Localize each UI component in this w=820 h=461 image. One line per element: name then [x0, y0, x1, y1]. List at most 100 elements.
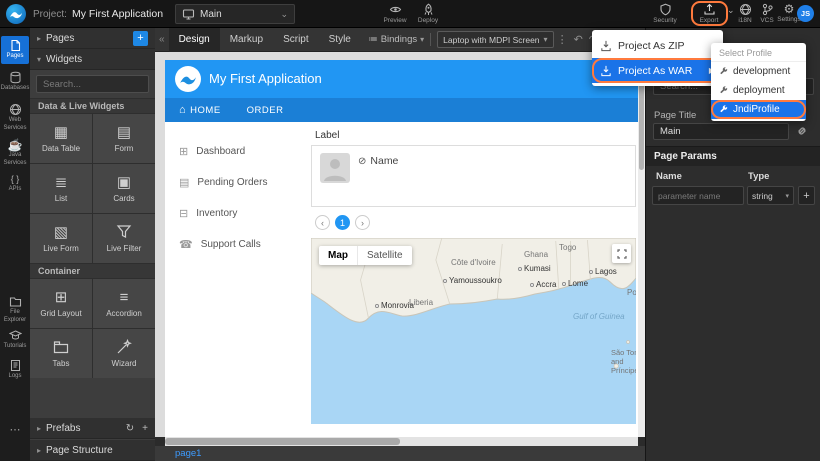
user-avatar[interactable]: JS: [797, 5, 814, 22]
profile-submenu: Select Profile development deployment Jn…: [711, 43, 806, 121]
security-button[interactable]: Security: [648, 3, 682, 24]
home-icon: ⌂: [179, 104, 186, 116]
page-tab-page1[interactable]: page1: [175, 448, 201, 459]
page-selector-dropdown[interactable]: Main ⌄: [175, 4, 295, 24]
app-preview: My First Application Search ⌂ HOME ORDER…: [165, 60, 638, 437]
widget-tabs[interactable]: Tabs: [30, 329, 92, 378]
person-icon: [320, 153, 350, 183]
phone-icon: ☎: [179, 238, 193, 251]
bind-link-icon[interactable]: [795, 124, 809, 143]
prefabs-section-header[interactable]: ▸ Prefabs ↻ +: [30, 418, 155, 439]
pagination: ‹ 1 ›: [315, 215, 636, 230]
menu-item-inventory[interactable]: ⊟ Inventory: [165, 198, 307, 229]
page-selector-value: Main: [200, 9, 222, 20]
app-header: My First Application Search: [165, 60, 638, 98]
menu-item-project-as-zip[interactable]: Project As ZIP: [592, 33, 723, 58]
dashboard-icon: ⊞: [179, 145, 188, 158]
widget-accordion[interactable]: ≡ Accordion: [93, 279, 155, 328]
preview-button[interactable]: Preview: [378, 3, 412, 24]
rail-item-logs[interactable]: Logs: [1, 356, 29, 384]
chevron-right-icon: ▸: [37, 446, 41, 455]
add-page-button[interactable]: +: [133, 31, 148, 46]
widgets-section-header[interactable]: ▾ Widgets: [30, 49, 155, 70]
menu-item-jndiprofile[interactable]: JndiProfile: [711, 100, 806, 119]
api-braces-icon: { }: [11, 173, 20, 185]
param-type-select[interactable]: string ▾: [747, 186, 794, 205]
tab-design[interactable]: Design: [169, 28, 220, 52]
pages-section-header[interactable]: ▸ Pages +: [30, 28, 155, 49]
undo-icon[interactable]: ↶: [571, 33, 586, 46]
page-structure-section-header[interactable]: ▸ Page Structure: [30, 440, 155, 461]
list-icon: ≣: [55, 175, 68, 190]
tab-script[interactable]: Script: [273, 28, 319, 52]
google-map[interactable]: Map Satellite Sierra Leone Monrovia Libe…: [311, 238, 636, 424]
param-name-input[interactable]: [652, 186, 744, 205]
more-icon[interactable]: ⋯: [0, 423, 30, 436]
scrollbar-thumb[interactable]: [165, 438, 400, 445]
widget-form[interactable]: ▤ Form: [93, 114, 155, 163]
tab-style[interactable]: Style: [319, 28, 361, 52]
nav-item-order[interactable]: ORDER: [247, 105, 284, 116]
list-card[interactable]: ⊘ Name: [311, 145, 636, 207]
city-dot-icon: [443, 279, 447, 283]
kebab-menu-icon[interactable]: ⋮: [554, 33, 571, 46]
map-label-kumasi: Kumasi: [518, 264, 551, 273]
chevron-down-icon: ▾: [37, 55, 41, 64]
nav-item-home[interactable]: ⌂ HOME: [179, 104, 221, 116]
menu-item-project-as-war[interactable]: Project As WAR ▶: [592, 58, 723, 83]
export-button[interactable]: Export: [692, 3, 726, 24]
card-name-row: ⊘ Name: [358, 155, 398, 167]
widget-search-input[interactable]: [36, 75, 149, 93]
rail-item-databases[interactable]: Databases: [1, 68, 29, 96]
wizard-wand-icon: [116, 339, 132, 355]
export-dropdown-menu: Project As ZIP Project As WAR ▶: [592, 30, 723, 86]
add-prefab-icon[interactable]: +: [142, 423, 148, 434]
canvas-horizontal-scrollbar[interactable]: [165, 437, 638, 446]
satellite-button[interactable]: Satellite: [357, 246, 412, 265]
next-page-button[interactable]: ›: [355, 215, 370, 230]
city-dot-icon: [518, 267, 522, 271]
tab-markup[interactable]: Markup: [220, 28, 273, 52]
canvas-vertical-scrollbar[interactable]: [638, 52, 645, 437]
app-logo[interactable]: [175, 66, 201, 92]
add-param-button[interactable]: +: [798, 186, 815, 205]
menu-item-pending-orders[interactable]: ▤ Pending Orders: [165, 167, 307, 198]
menu-item-support-calls[interactable]: ☎ Support Calls: [165, 229, 307, 260]
map-label-liberia: Liberia: [409, 298, 433, 307]
map-button[interactable]: Map: [319, 246, 357, 265]
rail-item-tutorials[interactable]: Tutorials: [1, 326, 29, 354]
widget-cards[interactable]: ▣ Cards: [93, 164, 155, 213]
menu-item-deployment[interactable]: deployment: [711, 81, 806, 100]
rail-item-apis[interactable]: { } APIs: [1, 170, 29, 197]
map-label-sao-tome: São Tomé and Príncipe: [611, 348, 636, 375]
widget-list[interactable]: ≣ List: [30, 164, 92, 213]
current-page-button[interactable]: 1: [335, 215, 350, 230]
device-selector-dropdown[interactable]: Laptop with MDPI Screen ▾: [437, 31, 553, 48]
rail-item-web-services[interactable]: Web Services: [1, 100, 29, 135]
prev-page-button[interactable]: ‹: [315, 215, 330, 230]
chevron-right-icon: ▸: [37, 34, 41, 43]
widget-wizard[interactable]: Wizard: [93, 329, 155, 378]
page-title-input[interactable]: [653, 123, 789, 140]
logs-icon: [9, 359, 22, 372]
wavemaker-logo[interactable]: [6, 4, 26, 24]
deploy-button[interactable]: Deploy: [411, 3, 445, 24]
map-label-gulf-of-guinea: Gulf of Guinea: [573, 312, 625, 321]
rail-item-java-services[interactable]: ☕ Java Services: [1, 136, 29, 170]
city-dot-icon: [530, 283, 534, 287]
menu-item-dashboard[interactable]: ⊞ Dashboard: [165, 136, 307, 167]
refresh-icon[interactable]: ↻: [126, 423, 134, 434]
fullscreen-button[interactable]: [612, 244, 631, 263]
rail-item-file-explorer[interactable]: File Explorer: [1, 292, 29, 327]
widget-grid-layout[interactable]: ⊞ Grid Layout: [30, 279, 92, 328]
menu-item-development[interactable]: development: [711, 62, 806, 81]
project-label: Project:: [33, 9, 67, 20]
map-label-togo: Togo: [559, 243, 576, 252]
accordion-icon: ≡: [120, 290, 129, 305]
bindings-dropdown[interactable]: ≔ Bindings ▾: [368, 34, 424, 45]
widget-live-form[interactable]: ▧ Live Form: [30, 214, 92, 263]
collapse-left-icon[interactable]: «: [155, 34, 169, 45]
widget-live-filter[interactable]: Live Filter: [93, 214, 155, 263]
rail-item-pages[interactable]: Pages: [1, 36, 29, 64]
widget-data-table[interactable]: ▦ Data Table: [30, 114, 92, 163]
